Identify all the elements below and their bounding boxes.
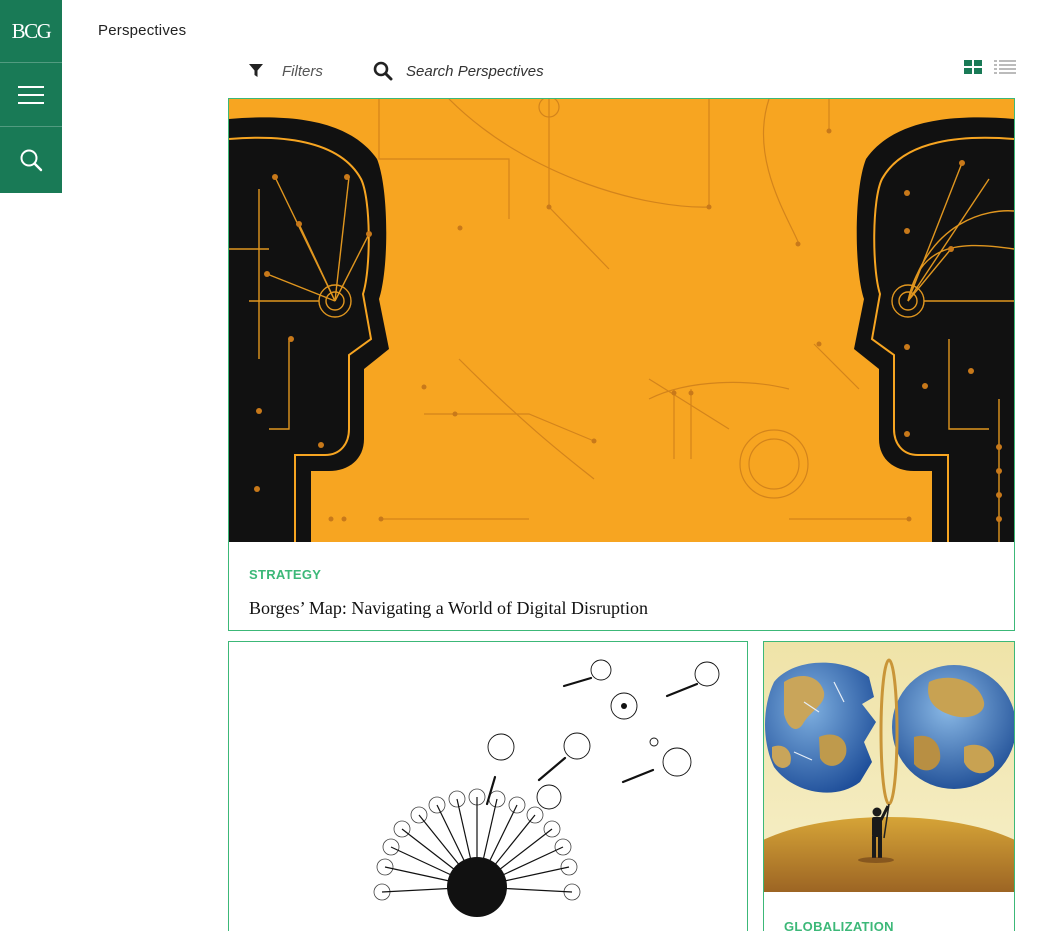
card-title[interactable]: Borges’ Map: Navigating a World of Digit… [249,598,648,619]
feature-article-card[interactable]: STRATEGY Borges’ Map: Navigating a World… [228,98,1015,631]
filters-button[interactable]: Filters [248,58,323,84]
perspectives-toolbar: Filters Search Perspectives [248,58,1018,84]
grid-view-icon[interactable] [964,60,982,74]
two-circuit-heads-illustration [229,99,1014,542]
search-perspectives-placeholder: Search Perspectives [406,62,544,80]
list-view-icon[interactable] [994,60,1016,74]
card-category[interactable]: GLOBALIZATION [784,919,894,931]
hamburger-menu-icon [18,85,44,104]
globalization-card-text: GLOBALIZATION [784,919,894,931]
feature-card-text: STRATEGY Borges’ Map: Navigating a World… [249,567,648,619]
globalization-article-card[interactable]: GLOBALIZATION [763,641,1015,931]
filters-label: Filters [282,62,323,80]
view-toggle-group [964,60,1016,74]
dandelion-seeds-illustration [229,642,747,931]
magnifier-icon [373,61,393,81]
globe-puzzle-illustration [764,642,1014,892]
menu-button[interactable] [0,63,62,127]
bcg-logo[interactable]: BCG [0,0,62,63]
funnel-icon [249,64,263,77]
search-icon [20,149,43,172]
left-rail: BCG [0,0,62,193]
article-card[interactable] [228,641,748,931]
page-title: Perspectives [98,22,187,39]
search-perspectives-field[interactable]: Search Perspectives [373,58,544,84]
rail-search-button[interactable] [0,127,62,193]
card-category[interactable]: STRATEGY [249,567,648,582]
